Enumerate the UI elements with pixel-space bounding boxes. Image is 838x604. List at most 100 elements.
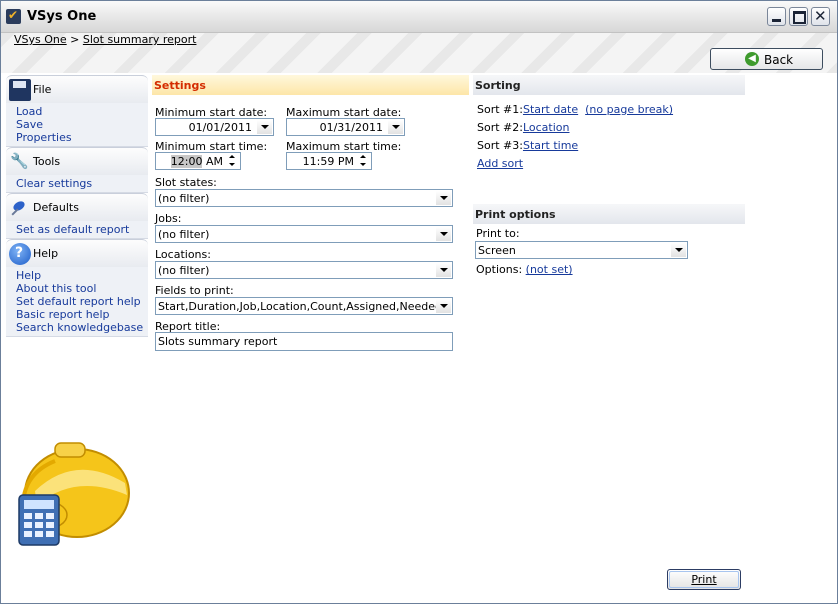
print-button-label: Print bbox=[691, 573, 717, 586]
sort-2-field-link[interactable]: Location bbox=[523, 121, 570, 134]
breadcrumb-root-link[interactable]: VSys One bbox=[14, 33, 67, 46]
window-title: VSys One bbox=[27, 9, 97, 24]
sidebar: File Load Save Properties Tools Clear se… bbox=[6, 75, 148, 337]
min-start-time-value[interactable]: 12:00 AM bbox=[170, 155, 223, 168]
print-options-header-label: Print options bbox=[475, 208, 556, 221]
locations-label: Locations: bbox=[155, 248, 211, 261]
jobs-label: Jobs: bbox=[155, 212, 182, 225]
app-logo-icon bbox=[6, 8, 21, 24]
back-button-label: Back bbox=[764, 53, 794, 67]
sidebar-tools-items: Clear settings bbox=[6, 175, 148, 193]
help-icon bbox=[9, 243, 31, 265]
fields-to-print-select[interactable]: Start,Duration,Job,Location,Count,Assign… bbox=[155, 297, 453, 315]
max-start-time-value[interactable]: 11:59 PM bbox=[303, 155, 354, 168]
jobs-value: (no filter) bbox=[158, 228, 210, 241]
pushpin-icon bbox=[9, 197, 31, 219]
sidebar-section-label: Help bbox=[33, 247, 59, 260]
spinner-arrows-icon[interactable] bbox=[227, 154, 239, 168]
sidebar-help-items: Help About this tool Set default report … bbox=[6, 267, 148, 337]
options-label: Options: bbox=[476, 263, 523, 276]
report-title-value: Slots summary report bbox=[158, 335, 278, 348]
print-button[interactable]: Print bbox=[667, 569, 741, 590]
add-sort-link[interactable]: Add sort bbox=[477, 157, 523, 170]
fields-to-print-label: Fields to print: bbox=[155, 284, 234, 297]
sidebar-item-properties[interactable]: Properties bbox=[16, 131, 148, 144]
settings-header-label: Settings bbox=[154, 79, 206, 92]
sidebar-section-tools[interactable]: Tools bbox=[6, 147, 148, 175]
sorting-header: Sorting bbox=[473, 75, 745, 95]
sort-1-row: Sort #1:Start date (no page break) bbox=[477, 103, 673, 116]
hardhat-calculator-mascot-icon bbox=[18, 442, 130, 546]
minimize-button[interactable] bbox=[767, 7, 786, 26]
chevron-down-icon[interactable] bbox=[436, 227, 451, 241]
print-to-label: Print to: bbox=[476, 227, 520, 240]
title-bar[interactable]: VSys One ✕ bbox=[1, 1, 837, 33]
min-start-time-spinner[interactable]: 12:00 AM bbox=[155, 152, 241, 170]
sidebar-item-about[interactable]: About this tool bbox=[16, 282, 148, 295]
sort-2-row: Sort #2:Location bbox=[477, 121, 570, 134]
report-title-input[interactable]: Slots summary report bbox=[155, 332, 453, 351]
sidebar-item-set-default-report[interactable]: Set as default report bbox=[16, 223, 148, 236]
floppy-disk-icon bbox=[9, 79, 31, 101]
min-start-date-picker[interactable]: 01/01/2011 bbox=[155, 118, 274, 136]
sort-1-page-break-link[interactable]: (no page break) bbox=[585, 103, 673, 116]
maximize-button[interactable] bbox=[789, 7, 808, 26]
sidebar-item-load[interactable]: Load bbox=[16, 105, 148, 118]
chevron-down-icon[interactable] bbox=[436, 191, 451, 205]
close-button[interactable]: ✕ bbox=[811, 7, 830, 26]
max-start-time-spinner[interactable]: 11:59 PM bbox=[286, 152, 372, 170]
options-not-set-link[interactable]: (not set) bbox=[526, 263, 573, 276]
min-start-time-hour-selected: 12:00 bbox=[170, 155, 203, 168]
max-start-date-value: 01/31/2011 bbox=[319, 121, 383, 134]
sort-3-field-link[interactable]: Start time bbox=[523, 139, 578, 152]
wrench-icon bbox=[9, 151, 31, 173]
chevron-down-icon[interactable] bbox=[671, 243, 686, 257]
back-arrow-icon: ◀ bbox=[745, 52, 759, 66]
sidebar-section-help[interactable]: Help bbox=[6, 239, 148, 267]
close-icon: ✕ bbox=[814, 7, 827, 25]
sidebar-item-help[interactable]: Help bbox=[16, 269, 148, 282]
locations-select[interactable]: (no filter) bbox=[155, 261, 453, 279]
spinner-arrows-icon[interactable] bbox=[358, 154, 370, 168]
sidebar-defaults-items: Set as default report bbox=[6, 221, 148, 239]
sort-2-label: Sort #2: bbox=[477, 121, 523, 134]
min-start-time-ampm: AM bbox=[205, 155, 223, 168]
breadcrumb: VSys One > Slot summary report bbox=[14, 33, 196, 46]
slot-states-value: (no filter) bbox=[158, 192, 210, 205]
sidebar-item-save[interactable]: Save bbox=[16, 118, 148, 131]
app-window: VSys One ✕ VSys One > Slot summary repor… bbox=[0, 0, 838, 604]
fields-to-print-value: Start,Duration,Job,Location,Count,Assign… bbox=[158, 300, 436, 313]
jobs-select[interactable]: (no filter) bbox=[155, 225, 453, 243]
print-to-select[interactable]: Screen bbox=[475, 241, 688, 259]
sidebar-section-label: File bbox=[33, 83, 52, 96]
slot-states-select[interactable]: (no filter) bbox=[155, 189, 453, 207]
options-row: Options: (not set) bbox=[476, 263, 573, 276]
chevron-down-icon[interactable] bbox=[436, 299, 451, 313]
breadcrumb-separator: > bbox=[70, 33, 80, 46]
chevron-down-icon[interactable] bbox=[257, 120, 272, 134]
sidebar-item-clear-settings[interactable]: Clear settings bbox=[16, 177, 148, 190]
sort-3-row: Sort #3:Start time bbox=[477, 139, 578, 152]
min-start-date-value: 01/01/2011 bbox=[188, 121, 252, 134]
settings-header: Settings bbox=[152, 75, 469, 95]
sidebar-item-search-knowledgebase[interactable]: Search knowledgebase bbox=[16, 321, 148, 334]
sort-3-label: Sort #3: bbox=[477, 139, 523, 152]
sort-1-label: Sort #1: bbox=[477, 103, 523, 116]
sidebar-item-basic-report-help[interactable]: Basic report help bbox=[16, 308, 148, 321]
sidebar-item-default-report-help[interactable]: Set default report help bbox=[16, 295, 148, 308]
sidebar-file-items: Load Save Properties bbox=[6, 103, 148, 147]
chevron-down-icon[interactable] bbox=[388, 120, 403, 134]
sort-1-field-link[interactable]: Start date bbox=[523, 103, 578, 116]
minimize-icon bbox=[772, 19, 781, 22]
chevron-down-icon[interactable] bbox=[436, 263, 451, 277]
max-start-date-picker[interactable]: 01/31/2011 bbox=[286, 118, 405, 136]
sidebar-section-label: Tools bbox=[33, 155, 61, 168]
back-button[interactable]: ◀ Back bbox=[710, 48, 823, 70]
sidebar-section-defaults[interactable]: Defaults bbox=[6, 193, 148, 221]
breadcrumb-current-link[interactable]: Slot summary report bbox=[83, 33, 197, 46]
print-to-value: Screen bbox=[478, 244, 516, 257]
slot-states-label: Slot states: bbox=[155, 176, 217, 189]
sorting-header-label: Sorting bbox=[475, 79, 521, 92]
sidebar-section-file[interactable]: File bbox=[6, 75, 148, 103]
locations-value: (no filter) bbox=[158, 264, 210, 277]
